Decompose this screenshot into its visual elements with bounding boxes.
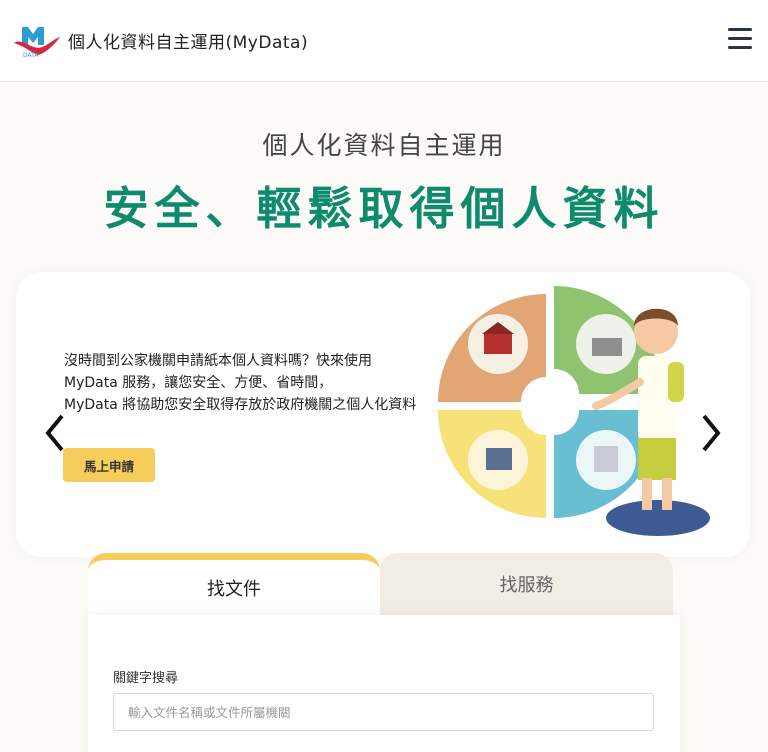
hero-subtitle: 個人化資料自主運用 [262,131,506,160]
mydata-logo[interactable]: DATA [12,23,62,59]
search-tabs: 找文件 找服務 [88,553,673,615]
tab-find-services[interactable]: 找服務 [380,553,673,615]
logo-text: DATA [23,52,39,59]
banner-line-2: MyData 服務，讓您安全、方便、省時間， [64,375,333,391]
hamburger-menu-icon[interactable] [728,28,752,50]
banner-line-3: MyData 將協助您安全取得存放於政府機關之個人化資料 [64,397,417,413]
hero-title: 安全、輕鬆取得個人資料 [103,182,665,235]
keyword-search-input[interactable] [113,693,654,731]
chevron-right-icon[interactable] [696,412,726,454]
site-header: DATA 個人化資料自主運用(MyData) [0,0,768,82]
mydata-illustration [438,286,710,536]
apply-now-button[interactable]: 馬上申請 [63,448,155,482]
keyword-search-label: 關鍵字搜尋 [113,671,179,686]
banner-line-1: 沒時間到公家機關申請紙本個人資料嗎？快來使用 [64,353,372,369]
tab-find-documents[interactable]: 找文件 [88,553,380,615]
hero-banner: 沒時間到公家機關申請紙本個人資料嗎？快來使用 MyData 服務，讓您安全、方便… [16,272,750,557]
site-title[interactable]: 個人化資料自主運用(MyData) [68,28,308,53]
search-panel: 關鍵字搜尋 [88,615,680,752]
banner-description: 沒時間到公家機關申請紙本個人資料嗎？快來使用 MyData 服務，讓您安全、方便… [64,350,416,416]
